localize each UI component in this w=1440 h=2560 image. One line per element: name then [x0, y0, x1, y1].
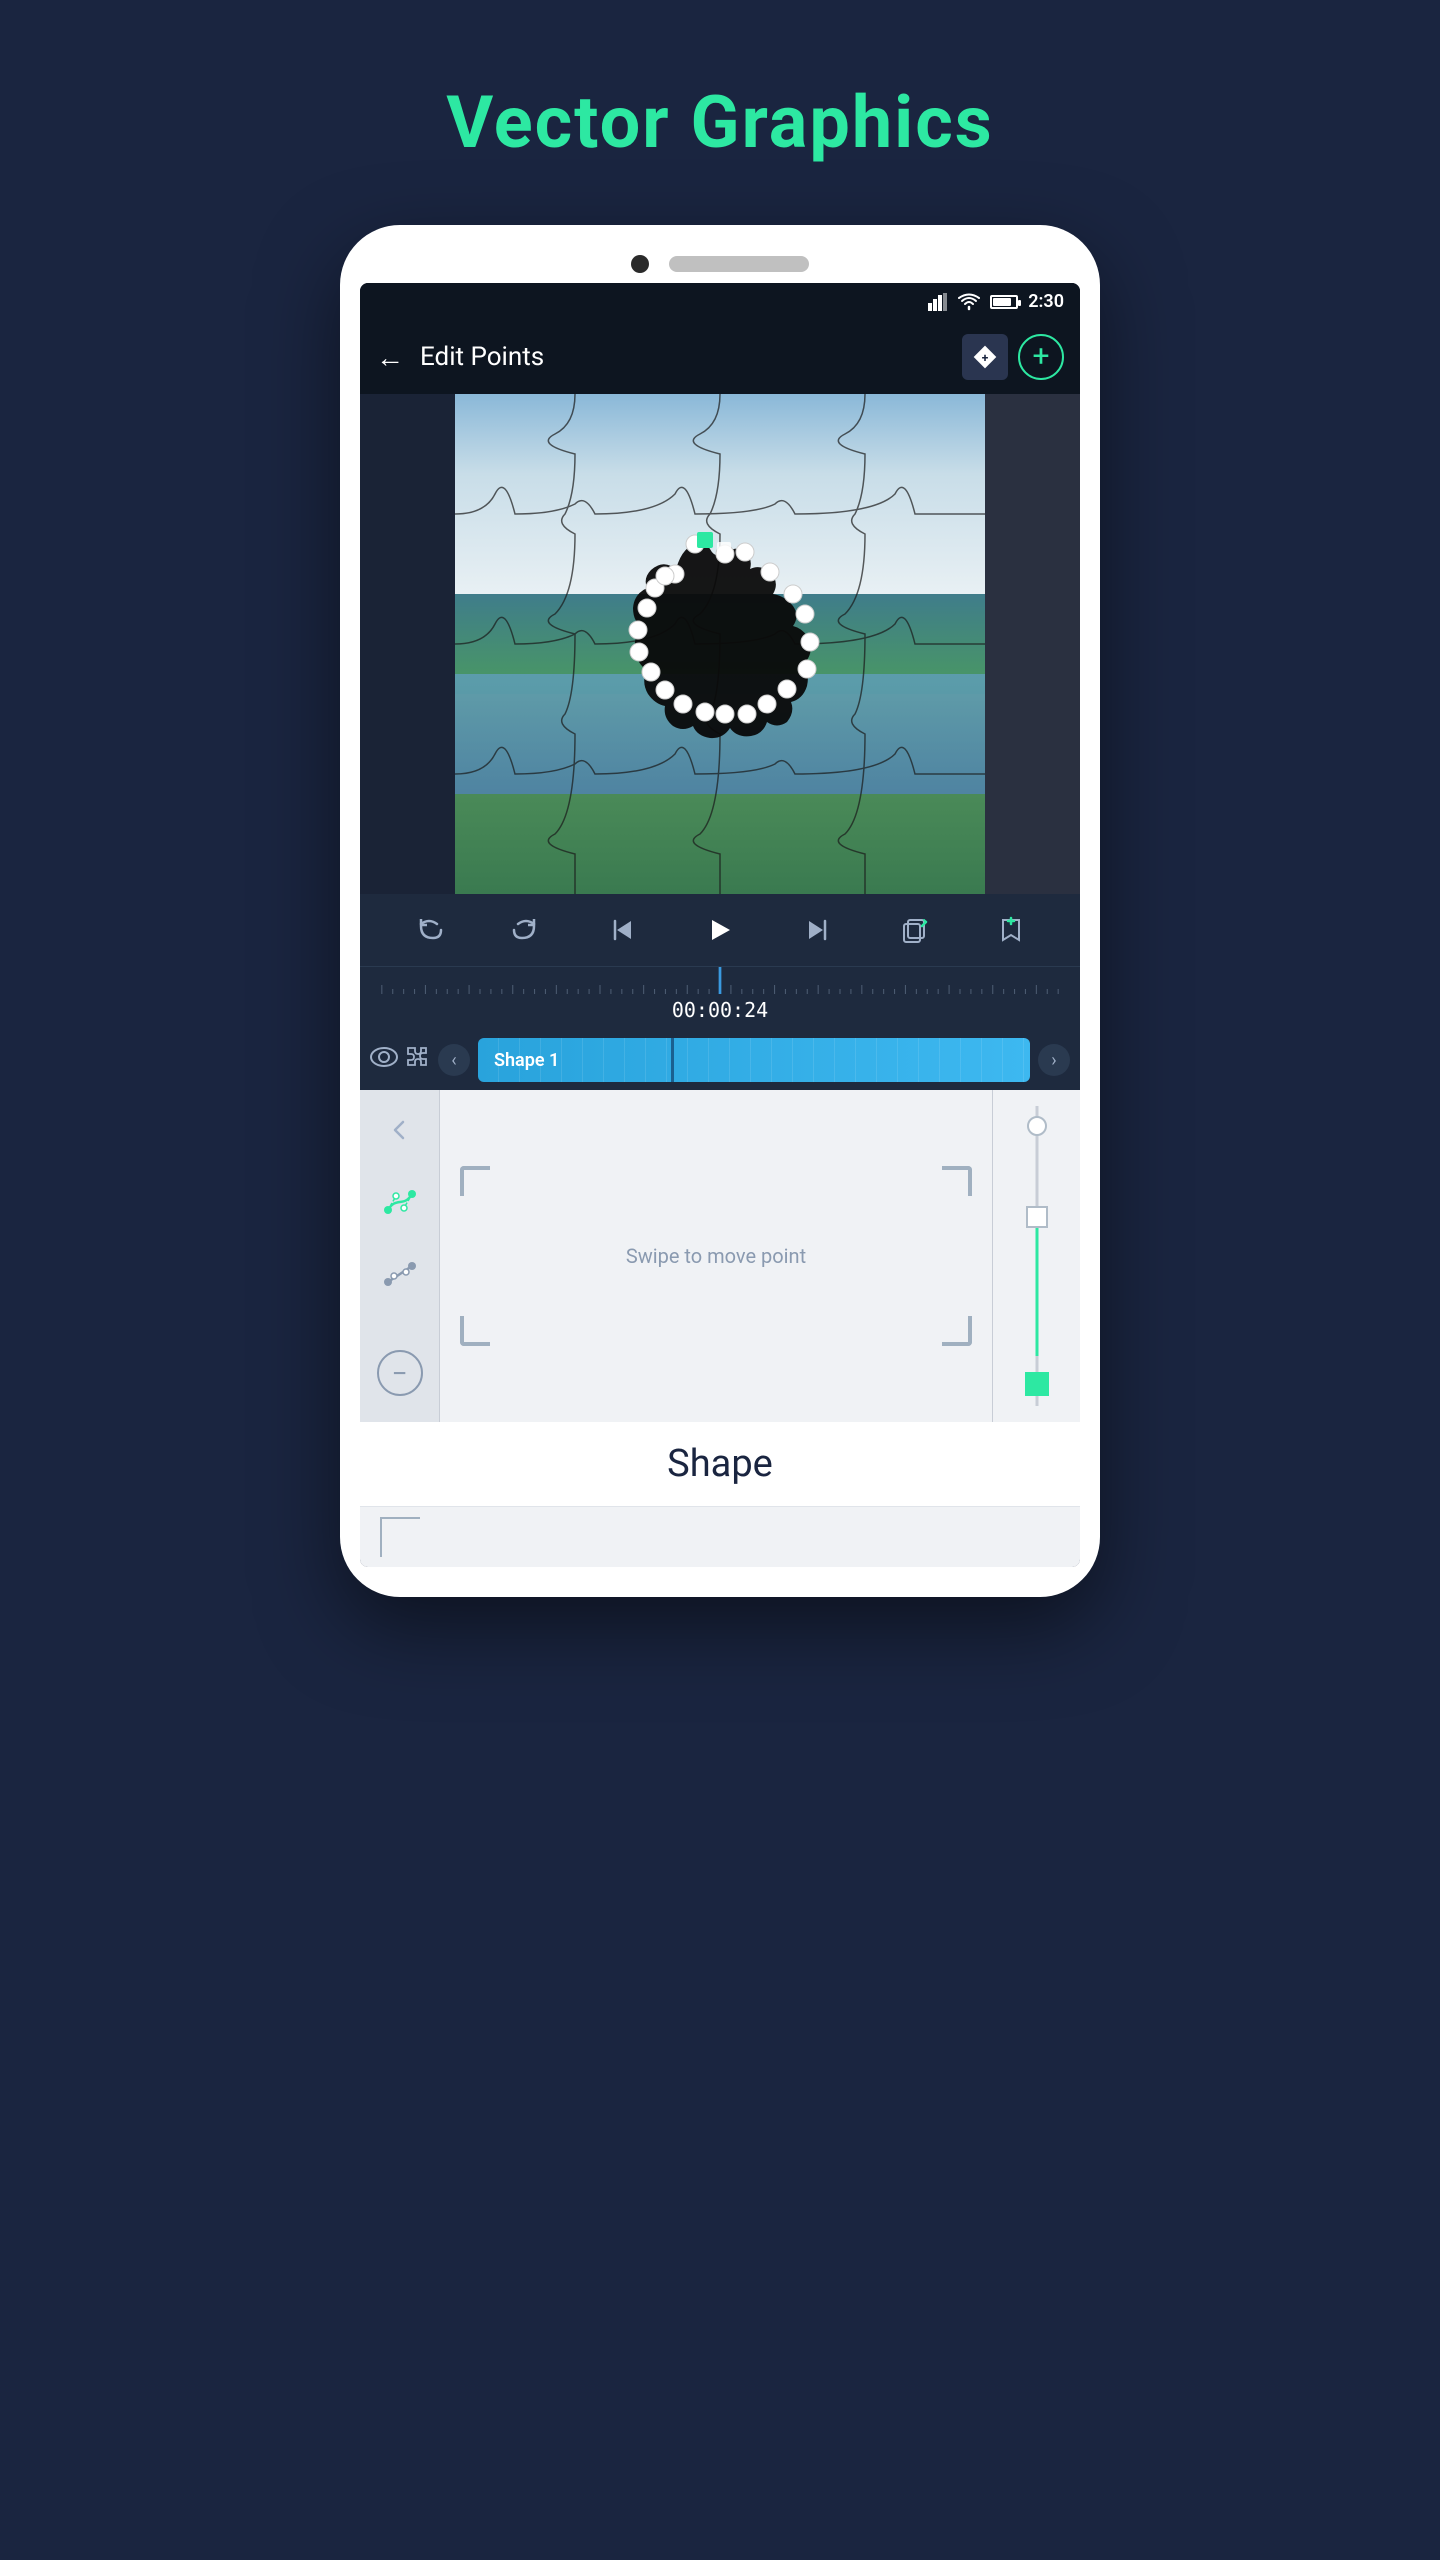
- shape-label-area: Shape: [360, 1422, 1080, 1507]
- corner-bl: [460, 1316, 490, 1346]
- phone-screen: 2:30 ← Edit Points + +: [360, 283, 1080, 1567]
- track-texture: [478, 1038, 1030, 1082]
- bottom-corner-mark: [380, 1517, 420, 1557]
- curve-tool-button[interactable]: [376, 1178, 424, 1226]
- skip-start-button[interactable]: [603, 910, 643, 950]
- phone-frame: 2:30 ← Edit Points + +: [340, 225, 1100, 1597]
- header-title: Edit Points: [420, 342, 946, 372]
- prop-back-button[interactable]: [376, 1106, 424, 1154]
- back-button[interactable]: ←: [376, 341, 404, 374]
- timeline-ruler[interactable]: [360, 966, 1080, 994]
- header-bar: ← Edit Points + +: [360, 320, 1080, 394]
- status-icons: 2:30: [928, 291, 1064, 312]
- keyframe-green-line: [1035, 1228, 1038, 1356]
- battery-tip: [1018, 300, 1021, 306]
- shape-label-text: Shape: [667, 1442, 773, 1486]
- video-canvas: [360, 394, 1080, 894]
- corner-br: [942, 1316, 972, 1346]
- puzzle-lines: [455, 394, 985, 894]
- delete-point-button[interactable]: −: [377, 1350, 423, 1396]
- phone-speaker: [669, 256, 809, 272]
- keyframe-panel: [992, 1090, 1080, 1422]
- battery-icon: [990, 295, 1018, 309]
- track-clip[interactable]: Shape 1: [478, 1038, 1030, 1082]
- redo-button[interactable]: [506, 910, 546, 950]
- keyframe-node-top[interactable]: [1027, 1116, 1047, 1136]
- undo-button[interactable]: [409, 910, 449, 950]
- puzzle-icon[interactable]: [404, 1044, 430, 1076]
- battery-fill: [993, 298, 1011, 306]
- swipe-hint: Swipe to move point: [626, 1244, 806, 1268]
- header-actions: + +: [962, 334, 1064, 380]
- track-clip-label: Shape 1: [494, 1050, 559, 1071]
- bookmark-button[interactable]: [991, 910, 1031, 950]
- play-button[interactable]: [700, 910, 740, 950]
- phone-top-bar: [360, 255, 1080, 273]
- signal-icon: [928, 293, 948, 311]
- visibility-toggle[interactable]: [370, 1047, 398, 1073]
- track-row: ‹ Shape 1 ›: [360, 1030, 1080, 1090]
- time-display: 00:00:24: [360, 994, 1080, 1030]
- corner-tr: [942, 1166, 972, 1196]
- bottom-corner-frame: [360, 1507, 1080, 1567]
- phone-camera: [631, 255, 649, 273]
- line-tool-button[interactable]: [376, 1250, 424, 1298]
- properties-panel: − Swipe to move point: [360, 1090, 1080, 1422]
- track-cursor: [671, 1038, 674, 1082]
- prop-sidebar: −: [360, 1090, 440, 1422]
- diamond-button[interactable]: +: [962, 334, 1008, 380]
- corner-tl: [460, 1166, 490, 1196]
- status-bar: 2:30: [360, 283, 1080, 320]
- diamond-icon: +: [970, 342, 1000, 372]
- add-button[interactable]: +: [1018, 334, 1064, 380]
- track-next-button[interactable]: ›: [1038, 1044, 1070, 1076]
- svg-text:+: +: [982, 351, 989, 365]
- keyframe-node-middle[interactable]: [1026, 1206, 1048, 1228]
- page-title: Vector Graphics: [446, 80, 993, 165]
- prop-main: Swipe to move point: [440, 1090, 992, 1422]
- corner-frame: Swipe to move point: [460, 1166, 972, 1346]
- status-time: 2:30: [1028, 291, 1064, 312]
- puzzle-image: [455, 394, 985, 894]
- playback-controls: [360, 894, 1080, 966]
- track-prev-button[interactable]: ‹: [438, 1044, 470, 1076]
- keyframe-node-bottom-green[interactable]: [1025, 1372, 1049, 1396]
- wifi-icon: [958, 293, 980, 311]
- skip-end-button[interactable]: [797, 910, 837, 950]
- track-icons: [370, 1044, 430, 1076]
- copy-button[interactable]: [894, 910, 934, 950]
